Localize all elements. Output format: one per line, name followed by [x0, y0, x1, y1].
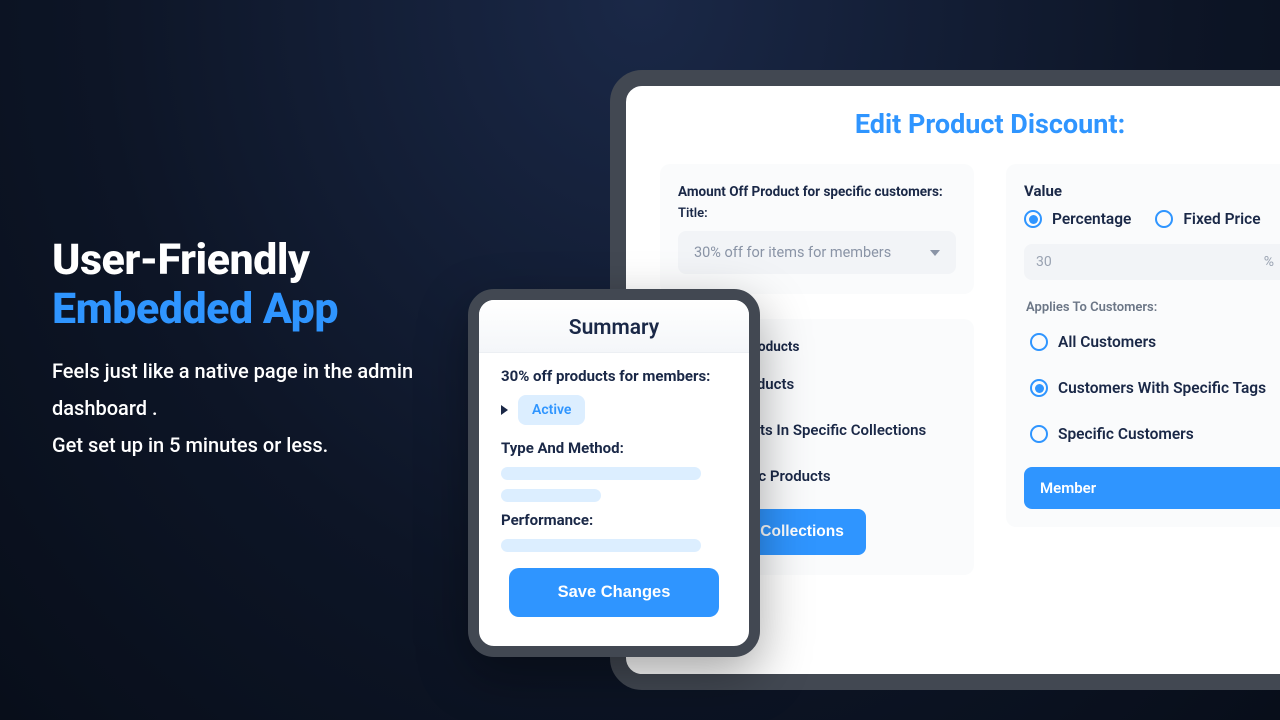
discount-title-value: 30% off for items for members — [694, 244, 891, 261]
type-method-heading: Type And Method: — [501, 439, 727, 457]
value-amount: 30 — [1036, 254, 1256, 270]
applies-customers-heading: Applies To Customers: — [1026, 300, 1280, 315]
panel-title: Edit Product Discount: — [660, 108, 1280, 140]
value-heading: Value — [1024, 182, 1280, 200]
placeholder-line — [501, 539, 701, 552]
radio-percentage[interactable]: Percentage — [1024, 210, 1131, 228]
radio-all-customers[interactable]: All Customers — [1024, 319, 1280, 365]
placeholder-line — [501, 489, 601, 502]
chevron-down-icon — [930, 250, 940, 256]
hero-body: Feels just like a native page in the adm… — [52, 353, 492, 464]
radio-customers-tags[interactable]: Customers With Specific Tags — [1024, 365, 1280, 411]
hero-title: User-Friendly Embedded App — [52, 236, 492, 335]
summary-headline: 30% off products for members: — [501, 367, 727, 385]
hero-title-line1: User-Friendly — [52, 235, 309, 285]
status-badge: Active — [518, 395, 585, 425]
hero-title-line2: Embedded App — [52, 284, 338, 334]
customer-tag-chip[interactable]: Member — [1024, 467, 1280, 509]
radio-icon — [1155, 210, 1173, 228]
radio-icon — [1030, 379, 1048, 397]
amount-off-card: Amount Off Product for specific customer… — [660, 164, 974, 294]
value-unit: % — [1264, 254, 1274, 270]
caret-right-icon — [501, 405, 508, 415]
radio-icon — [1030, 333, 1048, 351]
performance-heading: Performance: — [501, 511, 727, 529]
radio-icon — [1030, 425, 1048, 443]
radio-icon — [1024, 210, 1042, 228]
radio-fixed-price[interactable]: Fixed Price — [1155, 210, 1260, 228]
discount-title-select[interactable]: 30% off for items for members — [678, 231, 956, 274]
placeholder-line — [501, 467, 701, 480]
value-amount-input[interactable]: 30 % — [1024, 244, 1280, 280]
amount-off-heading: Amount Off Product for specific customer… — [678, 184, 956, 200]
save-changes-button[interactable]: Save Changes — [509, 568, 719, 617]
value-card: Value Percentage Fixed Price 30 % — [1006, 164, 1280, 527]
radio-specific-customers[interactable]: Specific Customers — [1024, 411, 1280, 457]
summary-title: Summary — [479, 316, 749, 340]
title-label: Title: — [678, 206, 956, 221]
summary-device: Summary 30% off products for members: Ac… — [468, 289, 760, 657]
